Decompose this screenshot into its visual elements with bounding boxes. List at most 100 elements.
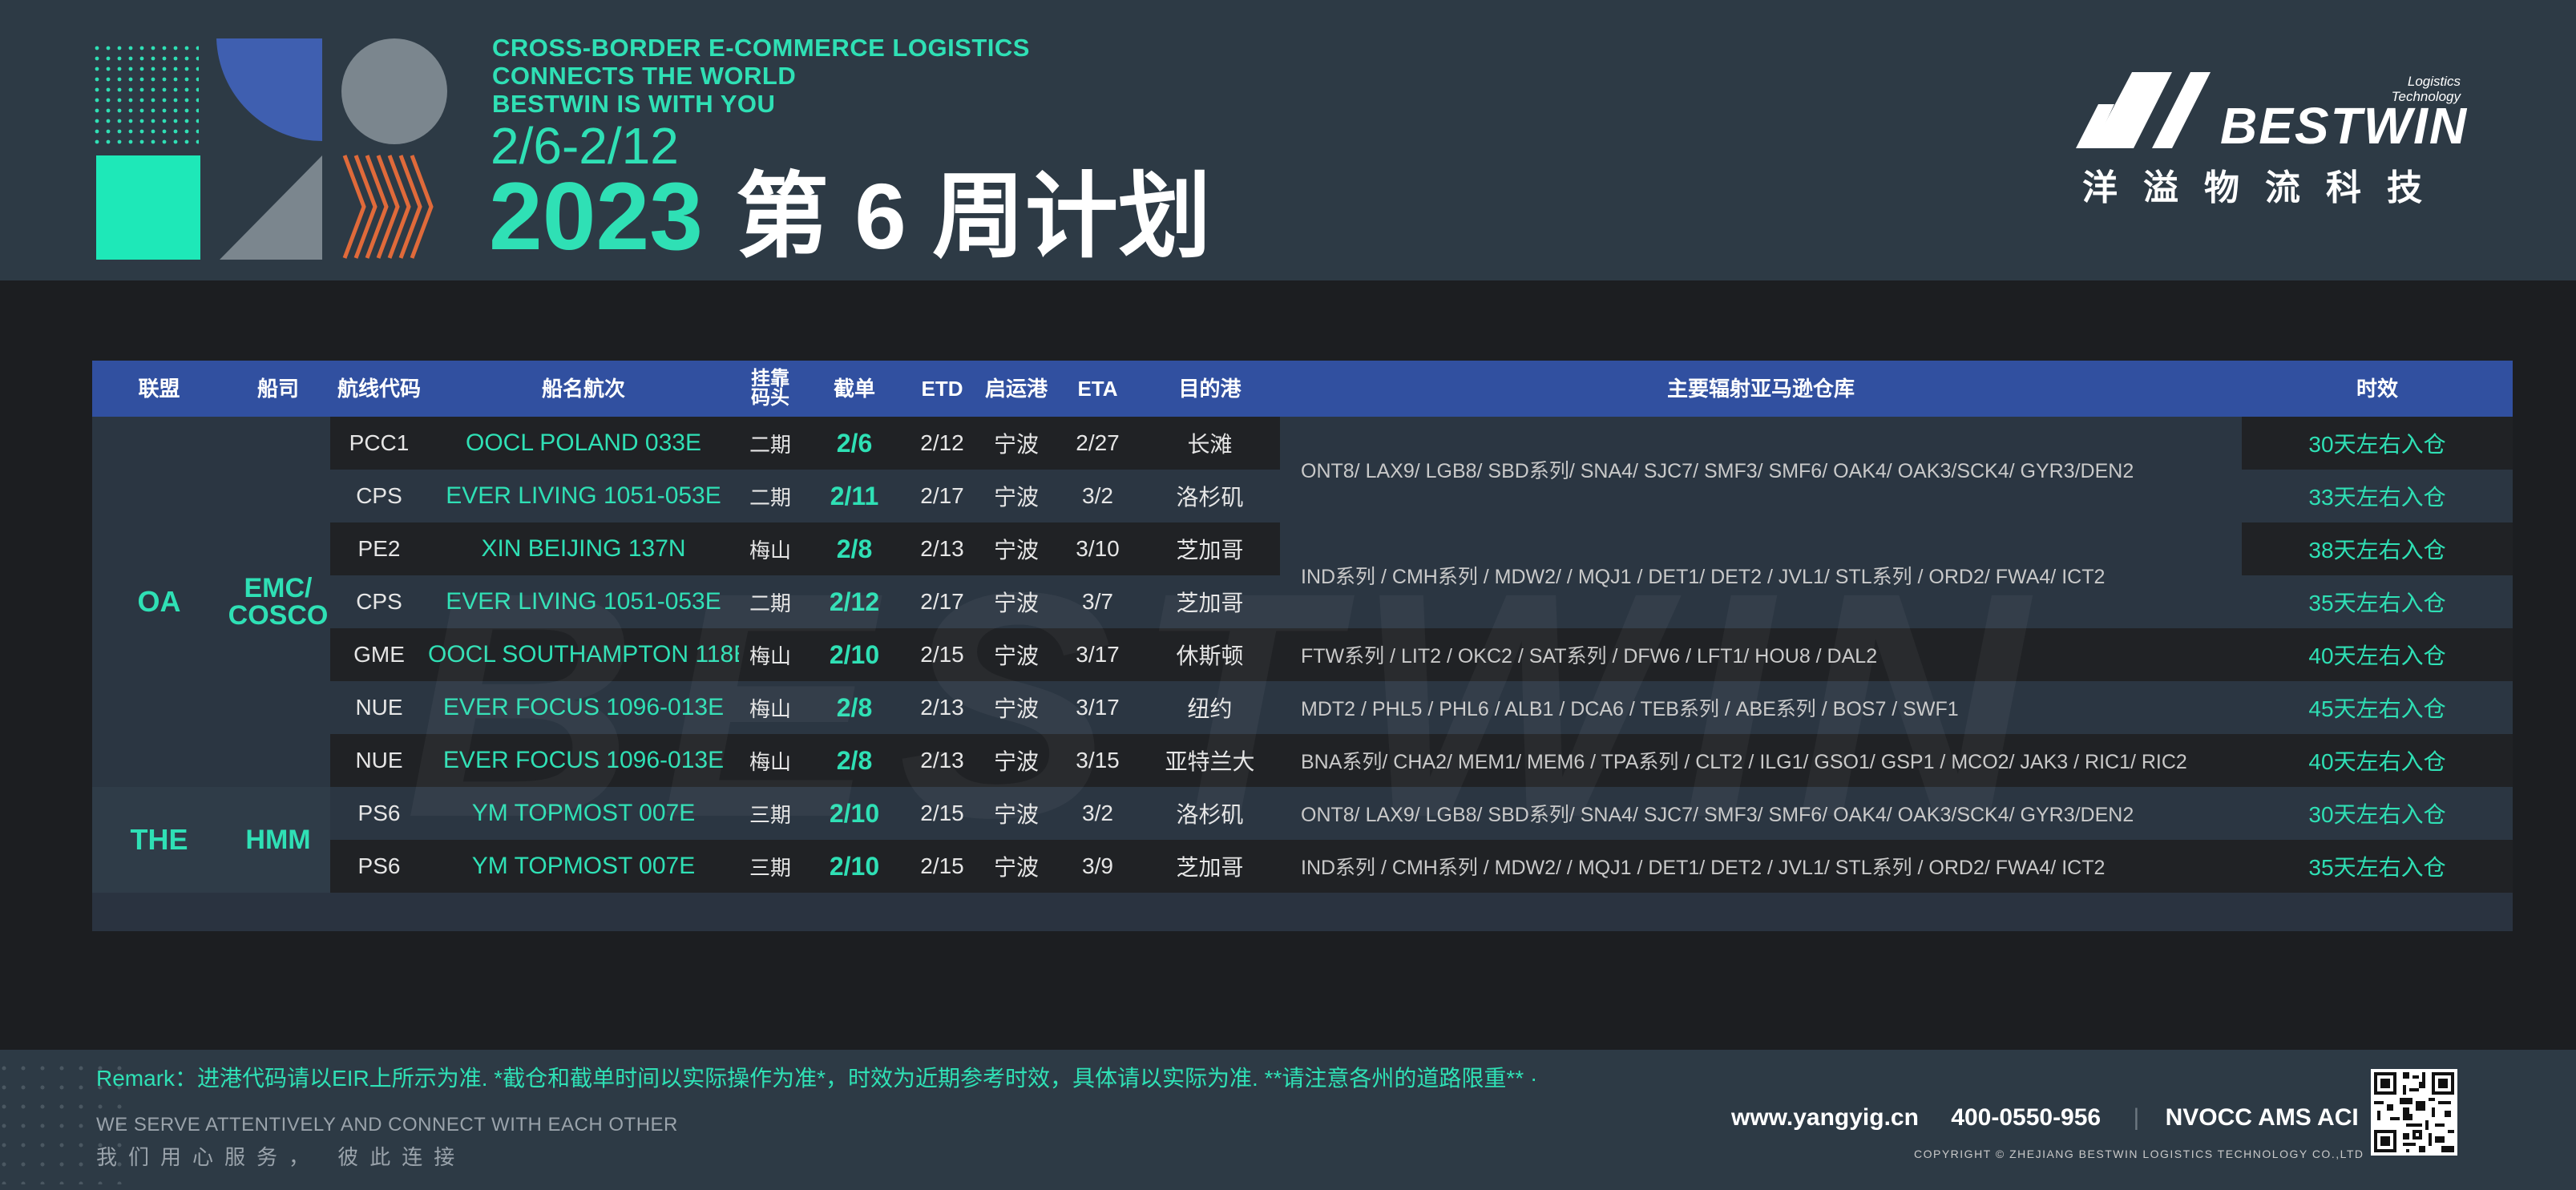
- table-row: PS6 YM TOPMOST 007E 三期 2/10 2/15 宁波 3/9 …: [92, 840, 2513, 893]
- slogan-english: WE SERVE ATTENTIVELY AND CONNECT WITH EA…: [96, 1114, 678, 1136]
- brand-mark-icon: [2076, 72, 2211, 148]
- column-header-cutoff: 截单: [833, 377, 875, 401]
- transit-cell: 40天左右入仓: [2308, 643, 2446, 668]
- cutoff-cell: 2/8: [836, 745, 873, 775]
- eta-cell: 3/9: [1082, 853, 1113, 878]
- warehouses-cell: ONT8/ LAX9/ LGB8/ SBD系列/ SNA4/ SJC7/ SMF…: [1301, 804, 2134, 826]
- column-header-vessel-voyage: 船名航次: [541, 377, 625, 401]
- route-code-cell: NUE: [355, 748, 403, 772]
- copyright-text: COPYRIGHT © ZHEJIANG BESTWIN LOGISTICS T…: [1914, 1148, 2364, 1160]
- terminal-cell: 三期: [749, 855, 791, 880]
- vessel-cell: EVER LIVING 1051-053E: [446, 482, 721, 509]
- logo-art-graphic: [95, 38, 447, 260]
- services-label: NVOCC AMS ACI: [2165, 1104, 2359, 1131]
- transit-cell: 30天左右入仓: [2308, 432, 2446, 457]
- origin-port-cell: 宁波: [993, 855, 1039, 880]
- etd-cell: 2/15: [920, 642, 964, 667]
- column-header-terminal: 挂靠码头: [751, 368, 789, 409]
- brand-chinese-name: 洋溢物流科技: [2082, 168, 2448, 208]
- terminal-cell: 二期: [749, 432, 791, 457]
- warehouses-cell: ONT8/ LAX9/ LGB8/ SBD系列/ SNA4/ SJC7/ SMF…: [1280, 417, 2242, 522]
- route-code-cell: NUE: [355, 695, 403, 720]
- divider: |: [2133, 1104, 2140, 1131]
- table-header-row: 联盟 船司 航线代码 船名航次 挂靠码头 截单 ETD 启运港 ETA 目的港 …: [92, 361, 2513, 417]
- etd-cell: 2/13: [920, 695, 964, 720]
- terminal-cell: 梅山: [749, 696, 791, 721]
- origin-port-cell: 宁波: [993, 432, 1039, 457]
- etd-cell: 2/17: [920, 483, 964, 508]
- column-header-route-code: 航线代码: [337, 377, 421, 401]
- footer: Remark：进港代码请以EIR上所示为准. *截仓和截单时间以实际操作为准*，…: [0, 1050, 2576, 1190]
- terminal-cell: 二期: [749, 591, 791, 615]
- vessel-cell: EVER LIVING 1051-053E: [446, 588, 721, 615]
- etd-cell: 2/13: [920, 748, 964, 772]
- column-header-eta: ETA: [1077, 377, 1118, 401]
- vessel-cell: OOCL SOUTHAMPTON 118E: [428, 641, 739, 668]
- route-code-cell: PS6: [357, 801, 401, 825]
- route-code-cell: PCC1: [349, 430, 410, 455]
- transit-cell: 38天左右入仓: [2308, 538, 2446, 563]
- tagline: CROSS-BORDER E-COMMERCE LOGISTICS CONNEC…: [492, 34, 1030, 118]
- vessel-cell: EVER FOCUS 1096-013E: [442, 747, 725, 773]
- route-code-cell: PE2: [357, 536, 401, 561]
- destination-cell: 亚特兰大: [1165, 749, 1255, 774]
- eta-cell: 3/17: [1076, 695, 1120, 720]
- terminal-cell: 三期: [749, 802, 791, 827]
- qr-code-icon[interactable]: [2371, 1069, 2457, 1156]
- destination-cell: 休斯顿: [1176, 643, 1244, 668]
- etd-cell: 2/17: [920, 589, 964, 614]
- year: 2023: [489, 163, 703, 270]
- transit-cell: 30天左右入仓: [2308, 802, 2446, 827]
- vessel-cell: OOCL POLAND 033E: [465, 430, 701, 456]
- tagline-line: CROSS-BORDER E-COMMERCE LOGISTICS: [492, 34, 1030, 62]
- vessel-cell: EVER FOCUS 1096-013E: [442, 694, 725, 720]
- destination-cell: 长滩: [1187, 432, 1233, 457]
- destination-cell: 洛杉矶: [1176, 802, 1244, 827]
- destination-cell: 纽约: [1187, 696, 1233, 721]
- route-code-cell: CPS: [356, 483, 402, 508]
- week-title: 第 6 周计划: [736, 164, 1211, 268]
- eta-cell: 3/17: [1076, 642, 1120, 667]
- website-link[interactable]: www.yangyig.cn: [1731, 1104, 1919, 1131]
- cutoff-cell: 2/10: [829, 798, 880, 828]
- cutoff-cell: 2/12: [829, 587, 880, 616]
- eta-cell: 3/7: [1082, 589, 1113, 614]
- origin-port-cell: 宁波: [993, 485, 1039, 510]
- header: CROSS-BORDER E-COMMERCE LOGISTICS CONNEC…: [0, 0, 2576, 280]
- column-header-warehouses: 主要辐射亚马逊仓库: [1666, 377, 1855, 401]
- vessel-cell: YM TOPMOST 007E: [471, 800, 696, 826]
- etd-cell: 2/12: [920, 430, 964, 455]
- cutoff-cell: 2/8: [836, 534, 873, 563]
- eta-cell: 2/27: [1076, 430, 1120, 455]
- column-header-transit-time: 时效: [2356, 377, 2398, 401]
- eta-cell: 3/2: [1082, 801, 1113, 825]
- cutoff-cell: 2/6: [836, 428, 873, 458]
- warehouses-cell: IND系列 / CMH系列 / MDW2/ / MQJ1 / DET1/ DET…: [1301, 857, 2106, 879]
- transit-cell: 35天左右入仓: [2308, 855, 2446, 880]
- transit-cell: 33天左右入仓: [2308, 485, 2446, 510]
- eta-cell: 3/15: [1076, 748, 1120, 772]
- origin-port-cell: 宁波: [993, 749, 1039, 774]
- terminal-cell: 梅山: [749, 749, 791, 774]
- carrier-cell: HMM: [226, 787, 330, 893]
- slogan-chinese: 我们用心服务， 彼此连接: [96, 1145, 466, 1169]
- column-header-carrier: 船司: [256, 377, 299, 401]
- route-code-cell: CPS: [356, 589, 402, 614]
- table-row: NUE EVER FOCUS 1096-013E 梅山 2/8 2/13 宁波 …: [92, 734, 2513, 787]
- table-row: THE HMM PS6 YM TOPMOST 007E 三期 2/10 2/15…: [92, 787, 2513, 893]
- etd-cell: 2/15: [920, 801, 964, 825]
- tagline-line: CONNECTS THE WORLD: [492, 62, 797, 90]
- terminal-cell: 梅山: [749, 538, 791, 563]
- warehouses-cell: MDT2 / PHL5 / PHL6 / ALB1 / DCA6 / TEB系列…: [1301, 698, 1959, 720]
- cutoff-cell: 2/10: [829, 851, 880, 881]
- terminal-cell: 二期: [749, 485, 791, 510]
- table-row: OA EMC/ COSCO PCC1 OOCL POLAND 033E 二期 2…: [92, 417, 2513, 787]
- table-row: NUE EVER FOCUS 1096-013E 梅山 2/8 2/13 宁波 …: [92, 681, 2513, 734]
- alliance-cell: OA: [92, 417, 226, 787]
- column-header-etd: ETD: [921, 377, 963, 401]
- carrier-cell: EMC/ COSCO: [226, 417, 330, 787]
- tagline-line: BESTWIN IS WITH YOU: [492, 90, 776, 118]
- cutoff-cell: 2/8: [836, 692, 873, 722]
- eta-cell: 3/10: [1076, 536, 1120, 561]
- cutoff-cell: 2/11: [830, 481, 879, 510]
